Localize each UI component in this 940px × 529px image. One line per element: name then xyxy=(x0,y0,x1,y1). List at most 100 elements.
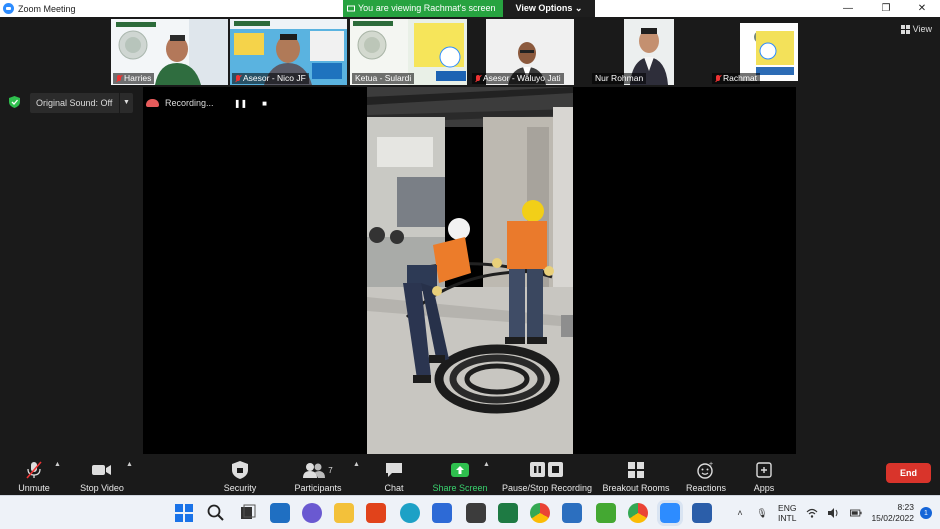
share-screen-button[interactable]: Share Screen xyxy=(430,458,490,494)
original-sound-toggle[interactable]: Original Sound: Off ▼ xyxy=(30,93,133,113)
muted-mic-icon xyxy=(715,74,721,83)
participants-button[interactable]: 7 Participants xyxy=(290,458,346,494)
participant-tile-active-speaker[interactable]: Ketua - Sulardi xyxy=(350,19,467,85)
participants-label: Participants xyxy=(294,483,342,493)
apps-label: Apps xyxy=(753,483,775,493)
windows-taskbar: ˄ 🎙 ENG INTL 8:23 15/02/2022 1 xyxy=(0,495,940,529)
window-title: Zoom Meeting xyxy=(18,3,76,14)
participant-tile[interactable]: Asesor - Waluyo Jati xyxy=(470,19,587,85)
breakout-rooms-label: Breakout Rooms xyxy=(602,483,670,493)
muted-mic-icon xyxy=(235,74,241,83)
battery-icon[interactable] xyxy=(850,507,863,519)
mail-icon[interactable] xyxy=(432,503,452,523)
wifi-icon[interactable] xyxy=(806,507,818,519)
viewing-text: You are viewing Rachmat's screen xyxy=(358,3,496,13)
participant-tile[interactable]: Rachmat xyxy=(710,19,827,85)
participant-gallery: Harries Asesor - Nico JF Ketua - Sulardi… xyxy=(0,17,940,87)
teams-chat-icon[interactable] xyxy=(302,503,322,523)
reactions-label: Reactions xyxy=(685,483,727,493)
file-explorer-icon[interactable] xyxy=(334,503,354,523)
stop-recording-icon[interactable]: ■ xyxy=(256,94,274,112)
share-screen-icon xyxy=(449,460,471,480)
volume-icon[interactable] xyxy=(828,507,840,519)
participant-name: Nur Rohman xyxy=(595,73,644,83)
widgets-icon[interactable] xyxy=(270,503,290,523)
reactions-emoji-icon: + xyxy=(695,460,717,480)
clock-time: 8:23 xyxy=(897,502,914,512)
unmute-label: Unmute xyxy=(18,483,50,493)
svg-text:+: + xyxy=(709,461,713,468)
pause-recording-icon[interactable]: ❚❚ xyxy=(232,94,250,112)
excel-icon[interactable] xyxy=(498,503,518,523)
zoom-meeting-window: Zoom Meeting You are viewing Rachmat's s… xyxy=(0,0,940,529)
stop-video-label: Stop Video xyxy=(80,483,124,493)
end-meeting-button[interactable]: End xyxy=(886,463,931,483)
view-label: View xyxy=(912,24,932,34)
close-button[interactable]: ✕ xyxy=(904,0,940,17)
language-indicator[interactable]: ENG INTL xyxy=(778,503,796,523)
reactions-button[interactable]: + Reactions xyxy=(684,458,728,494)
participants-count: 7 xyxy=(328,465,333,475)
recording-indicator: Recording... ❚❚ ■ xyxy=(146,94,274,112)
keyboard-layout: INTL xyxy=(778,513,797,523)
security-button[interactable]: Security xyxy=(220,458,260,494)
stop-video-button[interactable]: Stop Video xyxy=(78,458,126,494)
audio-options-chevron-icon[interactable]: ▲ xyxy=(54,461,61,468)
participant-tile[interactable]: Harries xyxy=(111,19,228,85)
participant-name-tag: Ketua - Sulardi xyxy=(352,73,415,84)
screen-share-banner: You are viewing Rachmat's screen View Op… xyxy=(343,0,595,17)
app-icon[interactable] xyxy=(466,503,486,523)
muted-mic-icon xyxy=(475,74,481,83)
view-options-button[interactable]: View Options ⌄ xyxy=(503,0,595,17)
restore-icon: ❐ xyxy=(881,3,891,14)
zoom-taskbar-icon[interactable] xyxy=(657,500,683,526)
participant-name-tag: Harries xyxy=(113,73,155,84)
cloud-recording-icon xyxy=(146,99,159,107)
chat-button[interactable]: Chat xyxy=(378,458,410,494)
chrome-icon[interactable] xyxy=(530,503,550,523)
minimize-button[interactable]: — xyxy=(830,0,866,17)
muted-mic-icon xyxy=(116,74,122,83)
encryption-shield-icon[interactable] xyxy=(9,96,20,108)
zoom-logo-icon xyxy=(3,3,14,14)
share-options-chevron-icon[interactable]: ▲ xyxy=(483,461,490,468)
participant-tile[interactable]: Asesor - Nico JF xyxy=(230,19,347,85)
participant-name: Ketua - Sulardi xyxy=(355,73,412,83)
app-icon[interactable] xyxy=(562,503,582,523)
muted-microphone-icon xyxy=(23,460,45,480)
clock[interactable]: 8:23 15/02/2022 xyxy=(871,502,914,524)
viewing-message: You are viewing Rachmat's screen xyxy=(343,0,503,17)
pause-stop-recording-icon xyxy=(527,460,567,480)
chevron-down-icon[interactable]: ▼ xyxy=(119,93,133,113)
system-tray: ˄ 🎙 ENG INTL 8:23 15/02/2022 1 xyxy=(729,496,940,529)
task-view-icon[interactable] xyxy=(238,503,258,523)
recording-status: Recording... xyxy=(165,98,214,108)
grid-view-icon xyxy=(900,24,910,34)
participant-tile[interactable]: Nur Rohman xyxy=(590,19,707,85)
word-icon[interactable] xyxy=(692,503,712,523)
video-options-chevron-icon[interactable]: ▲ xyxy=(126,461,133,468)
pause-stop-recording-button[interactable]: Pause/Stop Recording xyxy=(500,458,594,494)
breakout-rooms-icon xyxy=(625,460,647,480)
chevron-up-icon[interactable]: ˄ xyxy=(734,507,746,519)
notification-badge[interactable]: 1 xyxy=(920,507,932,519)
microphone-icon[interactable]: 🎙 xyxy=(756,507,768,519)
chrome-icon[interactable] xyxy=(628,503,648,523)
unmute-button[interactable]: Unmute xyxy=(14,458,54,494)
pdf-app-icon[interactable] xyxy=(596,503,616,523)
view-layout-button[interactable]: View xyxy=(900,24,932,34)
apps-button[interactable]: Apps xyxy=(748,458,780,494)
office-icon[interactable] xyxy=(366,503,386,523)
restore-button[interactable]: ❐ xyxy=(868,0,904,17)
breakout-rooms-button[interactable]: Breakout Rooms xyxy=(600,458,672,494)
search-icon[interactable] xyxy=(206,503,226,523)
participant-name-tag: Rachmat xyxy=(712,73,761,84)
chat-bubble-icon xyxy=(383,460,405,480)
windows-start-icon[interactable] xyxy=(174,503,194,523)
pause-stop-recording-label: Pause/Stop Recording xyxy=(501,483,593,493)
edge-browser-icon[interactable] xyxy=(400,503,420,523)
participant-name: Rachmat xyxy=(723,73,758,83)
share-indicator-icon xyxy=(347,5,355,11)
participants-options-chevron-icon[interactable]: ▲ xyxy=(353,461,360,468)
close-icon: ✕ xyxy=(917,3,927,14)
